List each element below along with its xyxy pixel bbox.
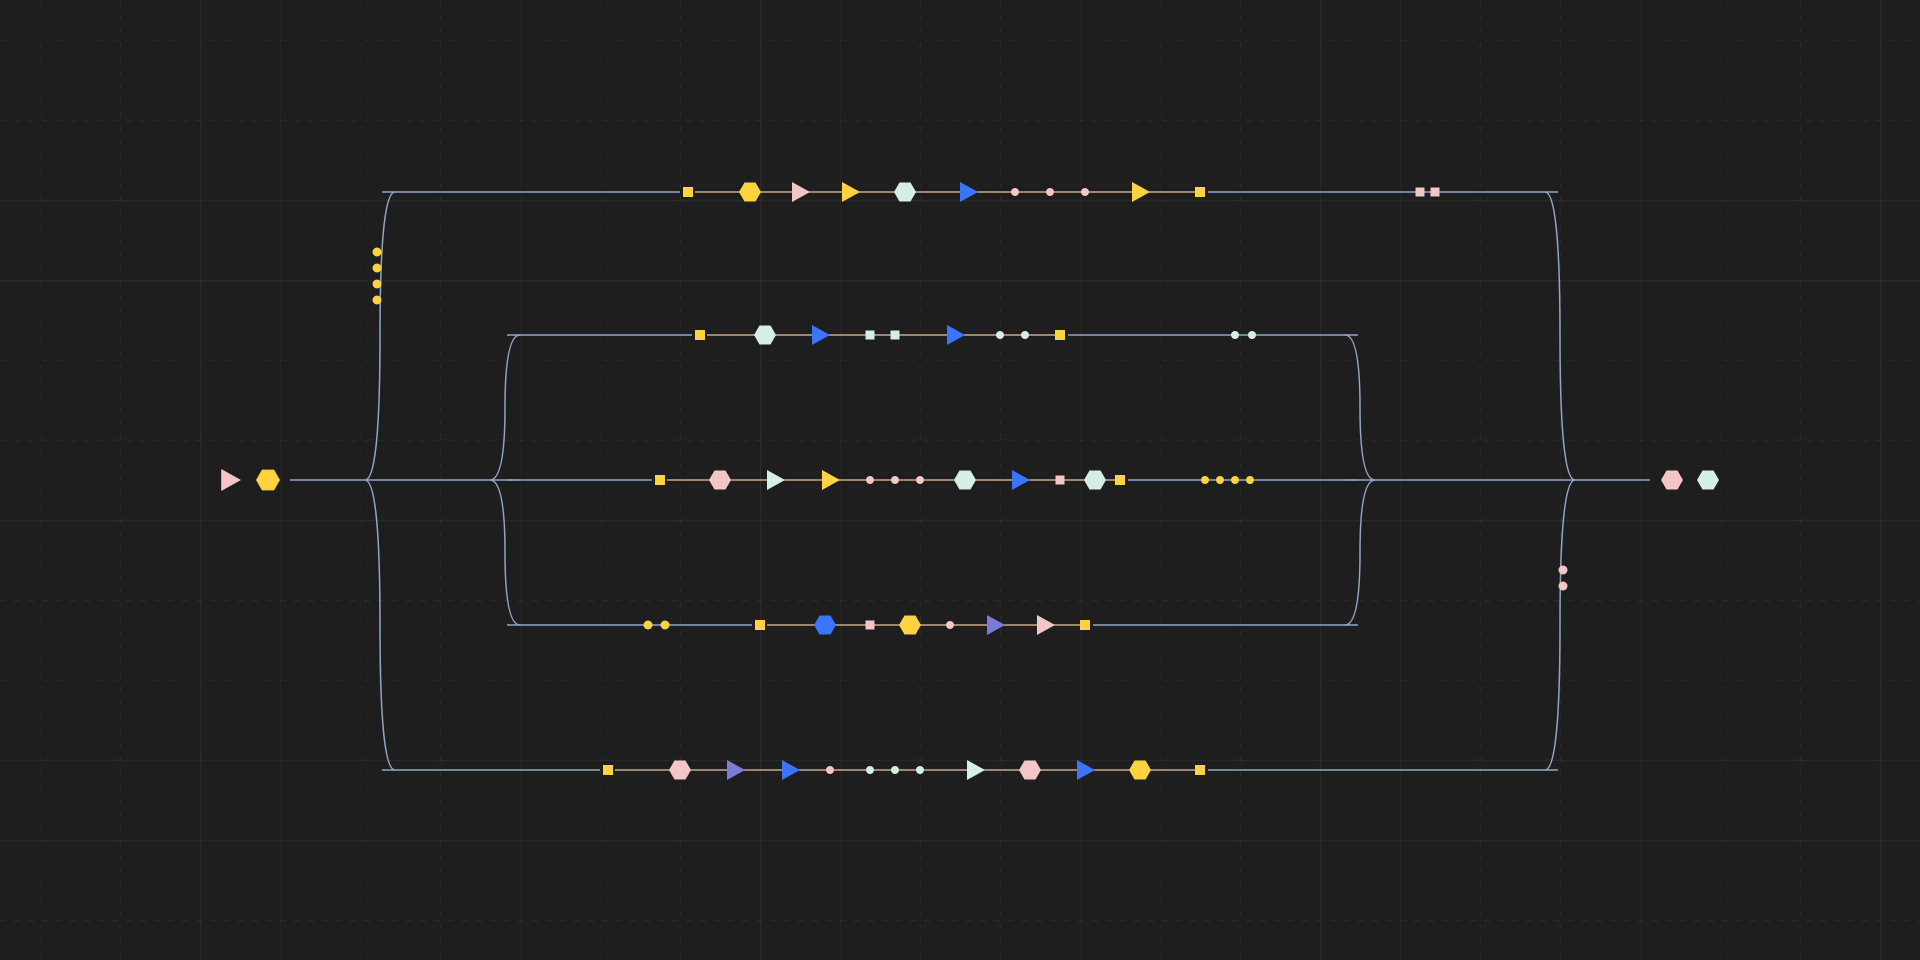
inner-fanin-arm-2: [1345, 480, 1375, 625]
dot-icon: [826, 766, 834, 774]
lane-1-cap-left: [695, 330, 705, 340]
hexagon-icon: [1019, 760, 1041, 779]
input-triangle: [221, 469, 241, 491]
triangle-icon: [782, 760, 800, 780]
triangle-icon: [1012, 470, 1030, 490]
dot-icon: [916, 766, 924, 774]
triangle-icon: [812, 325, 830, 345]
hexagon-icon: [814, 615, 836, 634]
small-square-icon: [891, 331, 900, 340]
small-square-icon: [1416, 188, 1425, 197]
dot-icon: [1248, 331, 1256, 339]
dot-icon: [1231, 331, 1239, 339]
dot-icon: [1231, 476, 1239, 484]
brace-bead-out: [1559, 582, 1568, 591]
hexagon-icon: [1129, 760, 1151, 779]
dot-icon: [1246, 476, 1254, 484]
lane-3-cap-left: [755, 620, 765, 630]
input-hexagon: [256, 470, 280, 491]
diagram-canvas: [0, 0, 1920, 960]
dot-icon: [866, 766, 874, 774]
triangle-icon: [947, 325, 965, 345]
dot-icon: [1216, 476, 1224, 484]
lane-2-cap-left: [655, 475, 665, 485]
hexagon-icon: [954, 470, 976, 489]
triangle-icon: [960, 182, 978, 202]
lane-3-left-dot: [661, 621, 670, 630]
small-square-icon: [866, 621, 875, 630]
hexagon-icon: [1084, 470, 1106, 489]
output-hexagon-1: [1661, 470, 1683, 489]
lane-2-cap-right: [1115, 475, 1125, 485]
triangle-icon: [987, 615, 1005, 635]
hexagon-icon: [894, 182, 916, 201]
brace-bead-in: [373, 280, 382, 289]
small-square-icon: [1056, 476, 1065, 485]
lane-1-cap-right: [1055, 330, 1065, 340]
triangle-icon: [792, 182, 810, 202]
dot-icon: [866, 476, 874, 484]
brace-bead-out: [1559, 566, 1568, 575]
lane-4-cap-left: [603, 765, 613, 775]
inner-fanout-arm-0: [490, 335, 520, 480]
lane-3-left-dot: [644, 621, 653, 630]
brace-bead-in: [373, 264, 382, 273]
lane-3-cap-right: [1080, 620, 1090, 630]
small-square-icon: [1431, 188, 1440, 197]
triangle-icon: [842, 182, 860, 202]
lane-0-cap-left: [683, 187, 693, 197]
hexagon-icon: [899, 615, 921, 634]
dot-icon: [891, 476, 899, 484]
outer-fanin-arm-0: [1545, 192, 1575, 480]
triangle-icon: [727, 760, 745, 780]
dot-icon: [891, 766, 899, 774]
hexagon-icon: [669, 760, 691, 779]
hexagon-icon: [709, 470, 731, 489]
inner-fanout-arm-2: [490, 480, 520, 625]
triangle-icon: [767, 470, 785, 490]
lane-4-cap-right: [1195, 765, 1205, 775]
dot-icon: [916, 476, 924, 484]
triangle-icon: [1132, 182, 1150, 202]
brace-bead-in: [373, 248, 382, 257]
inner-fanin-arm-0: [1345, 335, 1375, 480]
triangle-icon: [967, 760, 985, 780]
triangle-icon: [822, 470, 840, 490]
brace-bead-in: [373, 296, 382, 305]
dot-icon: [1011, 188, 1019, 196]
dot-icon: [996, 331, 1004, 339]
triangle-icon: [1037, 615, 1055, 635]
dot-icon: [1081, 188, 1089, 196]
dot-icon: [1021, 331, 1029, 339]
hexagon-icon: [754, 325, 776, 344]
outer-fanin-arm-2: [1545, 480, 1575, 770]
hexagon-icon: [739, 182, 761, 201]
lane-0-cap-right: [1195, 187, 1205, 197]
triangle-icon: [1077, 760, 1095, 780]
dot-icon: [1201, 476, 1209, 484]
small-square-icon: [866, 331, 875, 340]
dot-icon: [1046, 188, 1054, 196]
dot-icon: [946, 621, 954, 629]
outer-fanout-arm-0: [365, 192, 395, 480]
outer-fanout-arm-2: [365, 480, 395, 770]
output-hexagon-2: [1697, 470, 1719, 489]
